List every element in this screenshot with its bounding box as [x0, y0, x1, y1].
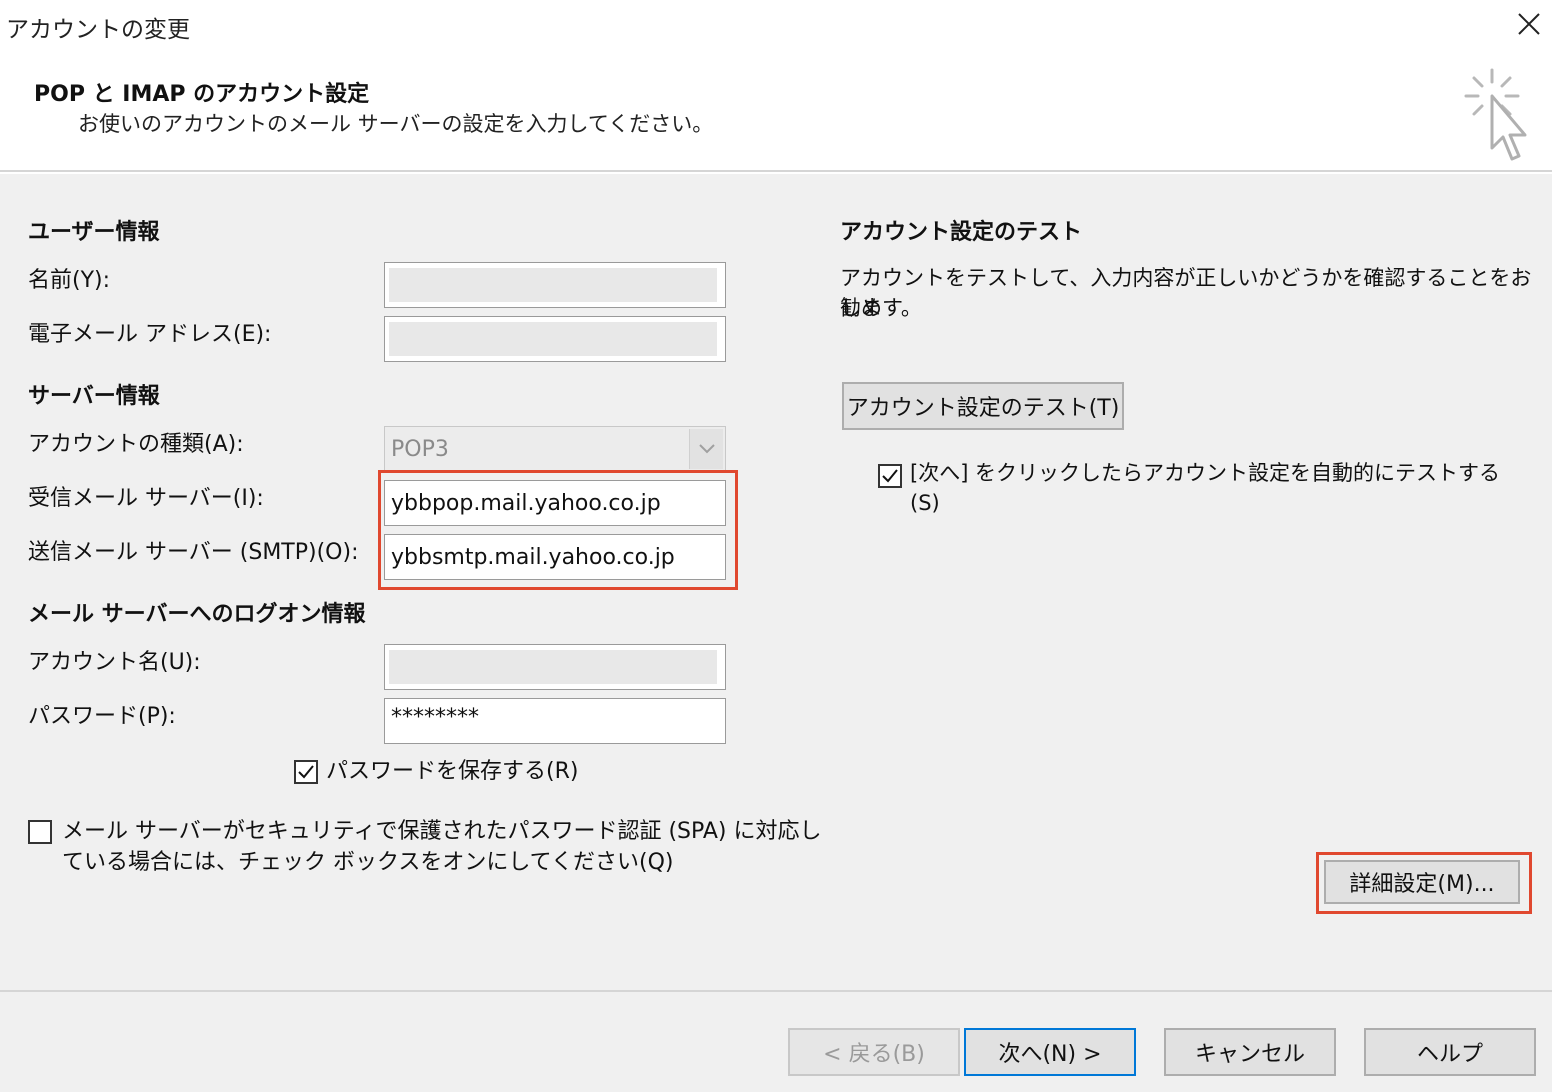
- dialog-footer: < 戻る(B) 次へ(N) > キャンセル ヘルプ: [0, 990, 1552, 1092]
- save-password-checkbox[interactable]: [294, 760, 318, 784]
- main-panel: ユーザー情報 名前(Y): 電子メール アドレス(E): サーバー情報 アカウン…: [0, 174, 1552, 990]
- logon-info-heading: メール サーバーへのログオン情報: [28, 602, 366, 627]
- cursor-sparkle-icon: [1464, 68, 1527, 161]
- outgoing-server-label: 送信メール サーバー (SMTP)(O):: [28, 540, 359, 565]
- masked-value: [389, 268, 717, 302]
- title-bar: アカウントの変更: [0, 0, 1552, 52]
- account-name-field[interactable]: [384, 644, 726, 690]
- password-label: パスワード(P):: [28, 704, 176, 729]
- auto-test-label-line1[interactable]: [次へ] をクリックしたらアカウント設定を自動的にテストする: [910, 458, 1500, 489]
- server-info-heading: サーバー情報: [28, 384, 160, 409]
- password-field[interactable]: ********: [384, 698, 726, 744]
- header-title: POP と IMAP のアカウント設定: [34, 82, 370, 107]
- test-account-button[interactable]: アカウント設定のテスト(T): [842, 382, 1124, 430]
- name-field[interactable]: [384, 262, 726, 308]
- dropdown-button[interactable]: [689, 429, 723, 469]
- spa-label-line1[interactable]: メール サーバーがセキュリティで保護されたパスワード認証 (SPA) に対応し: [62, 816, 821, 847]
- account-type-select[interactable]: POP3: [384, 426, 726, 472]
- test-heading: アカウント設定のテスト: [840, 220, 1083, 245]
- password-value: ********: [391, 705, 479, 730]
- masked-value: [389, 322, 717, 356]
- incoming-server-label: 受信メール サーバー(I):: [28, 486, 264, 511]
- cancel-button[interactable]: キャンセル: [1164, 1028, 1336, 1076]
- test-description-line1: アカウントをテストして、入力内容が正しいかどうかを確認することをお勧め: [840, 266, 1532, 320]
- spa-label-line2[interactable]: ている場合には、チェック ボックスをオンにしてください(Q): [62, 847, 674, 878]
- email-label: 電子メール アドレス(E):: [28, 322, 272, 347]
- auto-test-label-line2[interactable]: (S): [910, 488, 940, 519]
- masked-value: [389, 650, 717, 684]
- email-field[interactable]: [384, 316, 726, 362]
- test-description-line2: します。: [840, 296, 922, 320]
- window-title: アカウントの変更: [6, 17, 190, 43]
- save-password-label[interactable]: パスワードを保存する(R): [326, 756, 578, 787]
- next-button[interactable]: 次へ(N) >: [964, 1028, 1136, 1076]
- server-highlight-box: [378, 470, 738, 590]
- auto-test-checkbox[interactable]: [878, 464, 902, 488]
- checkmark-icon: [298, 765, 314, 779]
- user-info-heading: ユーザー情報: [28, 220, 160, 245]
- close-button[interactable]: [1506, 0, 1552, 48]
- advanced-highlight-box: [1316, 852, 1532, 914]
- header-subtitle: お使いのアカウントのメール サーバーの設定を入力してください。: [78, 112, 714, 136]
- name-label: 名前(Y):: [28, 268, 111, 293]
- dialog-header: POP と IMAP のアカウント設定 お使いのアカウントのメール サーバーの設…: [0, 52, 1552, 172]
- account-name-label: アカウント名(U):: [28, 650, 201, 675]
- account-type-label: アカウントの種類(A):: [28, 432, 244, 457]
- back-button[interactable]: < 戻る(B): [788, 1028, 960, 1076]
- close-icon: [1518, 13, 1540, 35]
- help-button[interactable]: ヘルプ: [1364, 1028, 1536, 1076]
- account-type-value: POP3: [391, 436, 449, 462]
- spa-checkbox[interactable]: [28, 820, 52, 844]
- chevron-down-icon: [698, 444, 715, 454]
- checkmark-icon: [882, 469, 898, 483]
